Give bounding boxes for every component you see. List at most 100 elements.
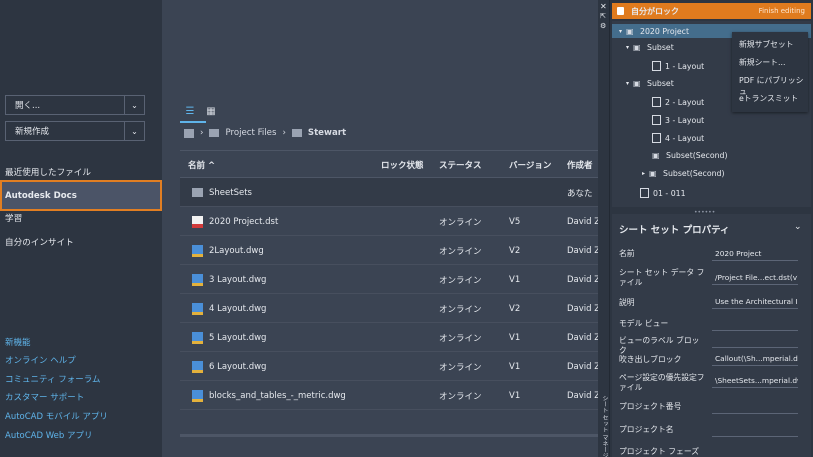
context-menu: 新規サブセット 新規シート... PDF にパブリッシュ eトランスミット: [732, 32, 808, 112]
sheet-icon: s: [652, 61, 661, 71]
tree-sheet[interactable]: s 4 - Layout: [652, 133, 704, 143]
link-community-forum[interactable]: コミュニティ フォーラム: [5, 373, 100, 385]
dwg-file-icon: [192, 273, 203, 286]
column-version[interactable]: バージョン: [509, 159, 551, 171]
prop-value[interactable]: [712, 317, 798, 331]
column-status[interactable]: ステータス: [439, 159, 482, 171]
properties-icon[interactable]: ⚙: [600, 22, 606, 30]
horizontal-scrollbar[interactable]: [180, 434, 598, 437]
table-row[interactable]: 2Layout.dwg オンライン V2 David Za: [180, 236, 605, 265]
dwg-file-icon: [192, 244, 203, 257]
tree-sheet[interactable]: s 1 - Layout: [652, 61, 704, 71]
sheet-icon: s: [652, 133, 661, 143]
subset-icon: ▣: [652, 151, 660, 160]
version-cell: V1: [509, 332, 521, 343]
prop-value[interactable]: 2020 Project: [712, 247, 798, 261]
folder-icon: [291, 129, 302, 137]
status-cell: オンライン: [439, 217, 482, 228]
start-sidebar: 開く... ⌄ 新規作成 ⌄ 最近使用したファイル Autodesk Docs …: [0, 0, 162, 457]
collapse-icon[interactable]: ▾: [626, 80, 629, 87]
project-root-icon[interactable]: [184, 128, 194, 138]
prop-value[interactable]: Callout(\Sh...mperial.dwt): [712, 352, 798, 366]
dwg-file-icon: [192, 331, 203, 344]
prop-value[interactable]: Use the Architectural Imp: [712, 295, 798, 309]
header-divider: [180, 150, 598, 151]
table-row[interactable]: 4 Layout.dwg オンライン V2 David Za: [180, 294, 605, 323]
table-row[interactable]: 5 Layout.dwg オンライン V1 David Za: [180, 323, 605, 352]
file-name: 3 Layout.dwg: [209, 274, 267, 285]
column-author[interactable]: 作成者: [567, 159, 593, 171]
chevron-down-icon[interactable]: ⌄: [124, 96, 144, 114]
pin-icon[interactable]: ⇱: [600, 12, 606, 20]
subset-icon: ▣: [633, 43, 641, 52]
status-cell: オンライン: [439, 391, 482, 402]
prop-value[interactable]: [712, 423, 798, 437]
prop-value[interactable]: [712, 400, 798, 414]
close-icon[interactable]: ✕: [600, 2, 607, 11]
author-cell: あなた: [567, 188, 593, 199]
breadcrumb-stewart[interactable]: Stewart: [308, 128, 346, 138]
status-cell: オンライン: [439, 246, 482, 257]
sheet-label: 3 - Layout: [665, 115, 705, 125]
open-dropdown[interactable]: 開く... ⌄: [5, 95, 145, 115]
version-cell: V1: [509, 274, 521, 285]
sheet-label: 1 - Layout: [665, 61, 705, 71]
sheet-set-properties: シート セット プロパティ ⌄ 名前 2020 Project シート セット …: [612, 214, 811, 457]
collapse-icon[interactable]: ▾: [619, 28, 622, 35]
link-customer-support[interactable]: カスタマー サポート: [5, 391, 84, 403]
status-cell: オンライン: [439, 275, 482, 286]
breadcrumb-project-files[interactable]: Project Files: [225, 128, 276, 138]
grid-view-icon[interactable]: ▦: [204, 104, 218, 118]
link-online-help[interactable]: オンライン ヘルプ: [5, 354, 76, 366]
chevron-down-icon[interactable]: ⌄: [794, 222, 802, 232]
palette-title: シート セット マネージャ: [601, 395, 608, 457]
link-mobile-app[interactable]: AutoCAD モバイル アプリ: [5, 410, 108, 422]
prop-value[interactable]: [712, 445, 798, 457]
tree-sheet[interactable]: s 3 - Layout: [652, 115, 704, 125]
column-lock[interactable]: ロック状態: [381, 159, 424, 171]
file-name: 5 Layout.dwg: [209, 332, 267, 343]
prop-label: 名前: [619, 249, 635, 258]
tree-subset[interactable]: ▣ Subset(Second): [652, 151, 728, 160]
nav-autodesk-docs[interactable]: Autodesk Docs: [0, 180, 162, 211]
lock-title: 自分がロック: [631, 6, 679, 16]
tree-subset[interactable]: ▾ ▣ Subset: [626, 43, 674, 52]
prop-label: プロジェクト フェーズ: [619, 447, 700, 456]
status-cell: オンライン: [439, 362, 482, 373]
new-dropdown[interactable]: 新規作成 ⌄: [5, 121, 145, 141]
tree-sheet[interactable]: s 01 - 011: [640, 188, 686, 198]
list-view-icon[interactable]: ☰: [183, 104, 197, 118]
file-name: 2Layout.dwg: [209, 245, 264, 256]
breadcrumb: › Project Files › Stewart: [184, 128, 346, 138]
menu-new-subset[interactable]: 新規サブセット: [739, 39, 794, 50]
prop-label: シート セット データ ファイル: [619, 268, 705, 287]
prop-value[interactable]: /Project File...ect.dst(v1.1): [712, 271, 798, 285]
subset-label: Subset(Second): [666, 151, 728, 160]
menu-new-sheet[interactable]: 新規シート...: [739, 57, 785, 68]
chevron-down-icon[interactable]: ⌄: [124, 122, 144, 140]
prop-label: プロジェクト番号: [619, 402, 682, 411]
finish-editing-link[interactable]: Finish editing: [759, 7, 805, 15]
table-row[interactable]: SheetSets あなた: [180, 178, 598, 207]
nav-insights[interactable]: 自分のインサイト: [5, 236, 74, 248]
menu-etransmit[interactable]: eトランスミット: [739, 93, 798, 104]
prop-label: ビューのラベル ブロック: [619, 336, 700, 355]
nav-learn[interactable]: 学習: [5, 212, 22, 224]
expand-icon[interactable]: ▸: [642, 170, 645, 177]
tree-subset[interactable]: ▸ ▣ Subset(Second): [642, 169, 725, 178]
nav-recent-files[interactable]: 最近使用したファイル: [5, 166, 91, 178]
prop-value[interactable]: [712, 334, 798, 348]
palette-titlebar[interactable]: ✕ ⇱ ⚙ シート セット マネージャ: [598, 0, 610, 457]
table-row[interactable]: 2020 Project.dst オンライン V5 David Za: [180, 207, 605, 236]
link-whats-new[interactable]: 新機能: [5, 336, 31, 348]
tree-sheet[interactable]: s 2 - Layout: [652, 97, 704, 107]
table-row[interactable]: 6 Layout.dwg オンライン V1 David Za: [180, 352, 605, 381]
tree-subset[interactable]: ▾ ▣ Subset: [626, 79, 674, 88]
table-row[interactable]: 3 Layout.dwg オンライン V1 David Za: [180, 265, 605, 294]
link-web-app[interactable]: AutoCAD Web アプリ: [5, 429, 92, 441]
collapse-icon[interactable]: ▾: [626, 44, 629, 51]
prop-value[interactable]: \SheetSets...mperial.dwt: [712, 374, 798, 388]
dwg-file-icon: [192, 389, 203, 402]
table-row[interactable]: blocks_and_tables_-_metric.dwg オンライン V1 …: [180, 381, 605, 410]
column-name[interactable]: 名前 ^: [188, 159, 215, 171]
